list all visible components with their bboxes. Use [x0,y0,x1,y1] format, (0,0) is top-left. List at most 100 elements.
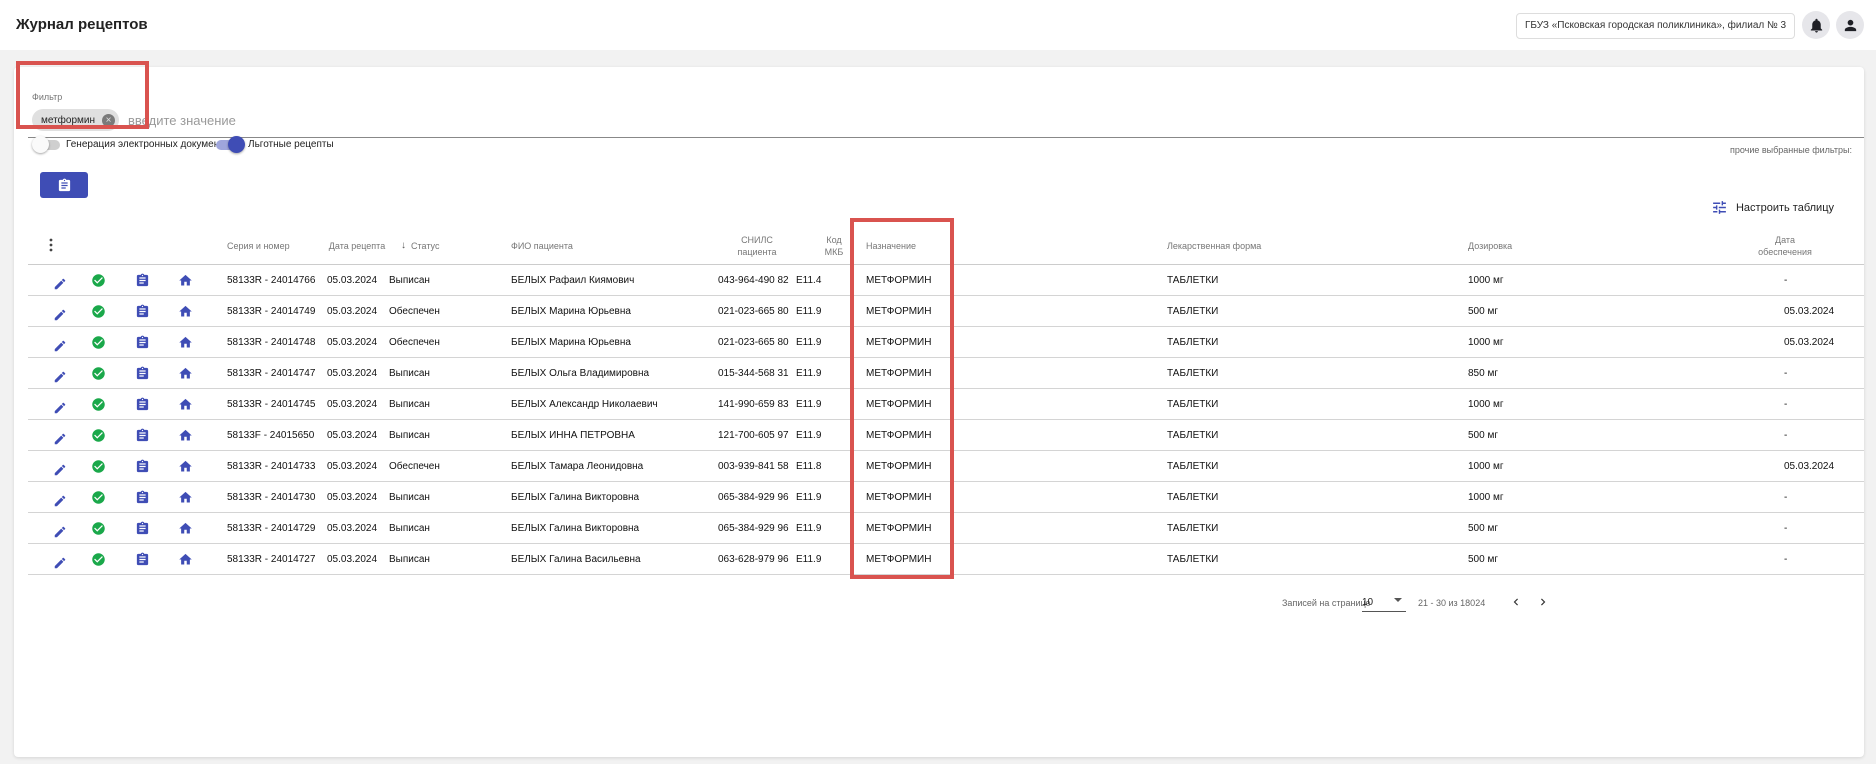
home-icon[interactable] [175,544,195,575]
cell-dose: 500 мг [1468,430,1498,441]
check-circle-icon[interactable] [88,420,108,451]
clipboard-icon[interactable] [132,296,152,327]
home-icon[interactable] [175,513,195,544]
header-patient[interactable]: ФИО пациента [511,227,573,265]
header-supply-date[interactable]: Дата обеспечения [1755,227,1815,265]
pagination-range: 21 - 30 из 18024 [1418,598,1486,608]
cell-date: 05.03.2024 [327,275,378,286]
cell-snils: 021-023-665 80 [718,306,789,317]
cell-form: ТАБЛЕТКИ [1167,399,1219,410]
cell-snils: 063-628-979 96 [718,554,789,565]
edit-pencil-icon[interactable] [50,513,70,544]
home-icon[interactable] [175,482,195,513]
cell-supply-date: 05.03.2024 [1784,306,1835,317]
page-title: Журнал рецептов [16,16,148,33]
header-mkb-label: Код МКБ [824,235,844,257]
more-vert-icon [49,238,53,252]
notifications-button[interactable] [1802,11,1830,39]
home-icon[interactable] [175,420,195,451]
clipboard-icon[interactable] [132,513,152,544]
column-menu-button[interactable] [48,238,54,252]
filter-highlight-box [16,61,149,129]
toggle-privileged-switch[interactable] [216,135,245,153]
cell-status: Выписан [389,523,430,534]
cell-patient: БЕЛЫХ Марина Юрьевна [511,306,631,317]
table-settings-button[interactable]: Настроить таблицу [1711,199,1834,216]
cell-date: 05.03.2024 [327,523,378,534]
home-icon[interactable] [175,265,195,296]
cell-series: 58133R - 24014766 [227,275,316,286]
tune-icon [1713,201,1726,214]
check-circle-icon[interactable] [88,513,108,544]
cell-status: Выписан [389,368,430,379]
clipboard-icon[interactable] [132,420,152,451]
check-circle-icon[interactable] [88,358,108,389]
cell-dose: 1000 мг [1468,399,1504,410]
clipboard-action-button[interactable] [40,172,88,198]
cell-date: 05.03.2024 [327,492,378,503]
arrow-down-icon: ↓ [401,240,406,251]
cell-mkb: E11.4 [796,275,822,286]
cell-series: 58133R - 24014748 [227,337,316,348]
cell-supply-date: - [1784,275,1788,286]
edit-pencil-icon[interactable] [50,358,70,389]
toggle-edocs[interactable]: Генерация электронных документов [32,135,235,153]
check-circle-icon[interactable] [88,482,108,513]
clipboard-icon[interactable] [132,327,152,358]
clipboard-icon[interactable] [132,389,152,420]
edit-pencil-icon[interactable] [50,389,70,420]
header-status: Статус [411,241,440,251]
toggle-privileged[interactable]: Льготные рецепты [216,135,334,153]
clipboard-icon[interactable] [132,482,152,513]
edit-pencil-icon[interactable] [50,296,70,327]
edit-pencil-icon[interactable] [50,544,70,575]
check-circle-icon[interactable] [88,296,108,327]
edit-pencil-icon[interactable] [50,451,70,482]
header-mkb[interactable]: Код МКБ [822,227,846,265]
toggle-edocs-switch[interactable] [32,135,60,153]
clipboard-icon[interactable] [132,544,152,575]
header-form[interactable]: Лекарственная форма [1167,227,1261,265]
cell-snils: 021-023-665 80 [718,337,789,348]
check-circle-icon[interactable] [88,327,108,358]
cell-mkb: E11.9 [796,492,822,503]
edit-pencil-icon[interactable] [50,265,70,296]
cell-dose: 500 мг [1468,523,1498,534]
edit-pencil-icon[interactable] [50,482,70,513]
cell-status: Выписан [389,554,430,565]
check-circle-icon[interactable] [88,389,108,420]
clipboard-icon[interactable] [132,358,152,389]
clipboard-icon[interactable] [132,265,152,296]
check-circle-icon[interactable] [88,265,108,296]
cell-form: ТАБЛЕТКИ [1167,337,1219,348]
header-series[interactable]: Серия и номер [227,227,290,265]
edit-pencil-icon[interactable] [50,420,70,451]
home-icon[interactable] [175,389,195,420]
home-icon[interactable] [175,327,195,358]
home-icon[interactable] [175,296,195,327]
cell-form: ТАБЛЕТКИ [1167,523,1219,534]
header-snils[interactable]: СНИЛС пациента [732,227,782,265]
cell-series: 58133R - 24014745 [227,399,316,410]
organization-selector[interactable]: ГБУЗ «Псковская городская поликлиника», … [1516,13,1796,39]
header-status-group[interactable]: ↓ Статус [395,227,439,265]
filter-input[interactable] [128,109,1728,131]
cell-mkb: E11.8 [796,461,822,472]
rows-per-page-select[interactable]: 10 [1362,592,1406,612]
profile-button[interactable] [1836,11,1864,39]
header-supply-date-label: Дата обеспечения [1758,235,1812,257]
cell-status: Выписан [389,430,430,441]
header-dose[interactable]: Дозировка [1468,227,1512,265]
prev-page-button[interactable] [1506,592,1526,612]
header-date[interactable]: Дата рецепта [328,227,386,265]
edit-pencil-icon[interactable] [50,327,70,358]
home-icon[interactable] [175,358,195,389]
header-snils-label: СНИЛС пациента [737,235,777,257]
cell-form: ТАБЛЕТКИ [1167,275,1219,286]
next-page-button[interactable] [1533,592,1553,612]
clipboard-icon[interactable] [132,451,152,482]
check-circle-icon[interactable] [88,451,108,482]
check-circle-icon[interactable] [88,544,108,575]
cell-date: 05.03.2024 [327,337,378,348]
home-icon[interactable] [175,451,195,482]
